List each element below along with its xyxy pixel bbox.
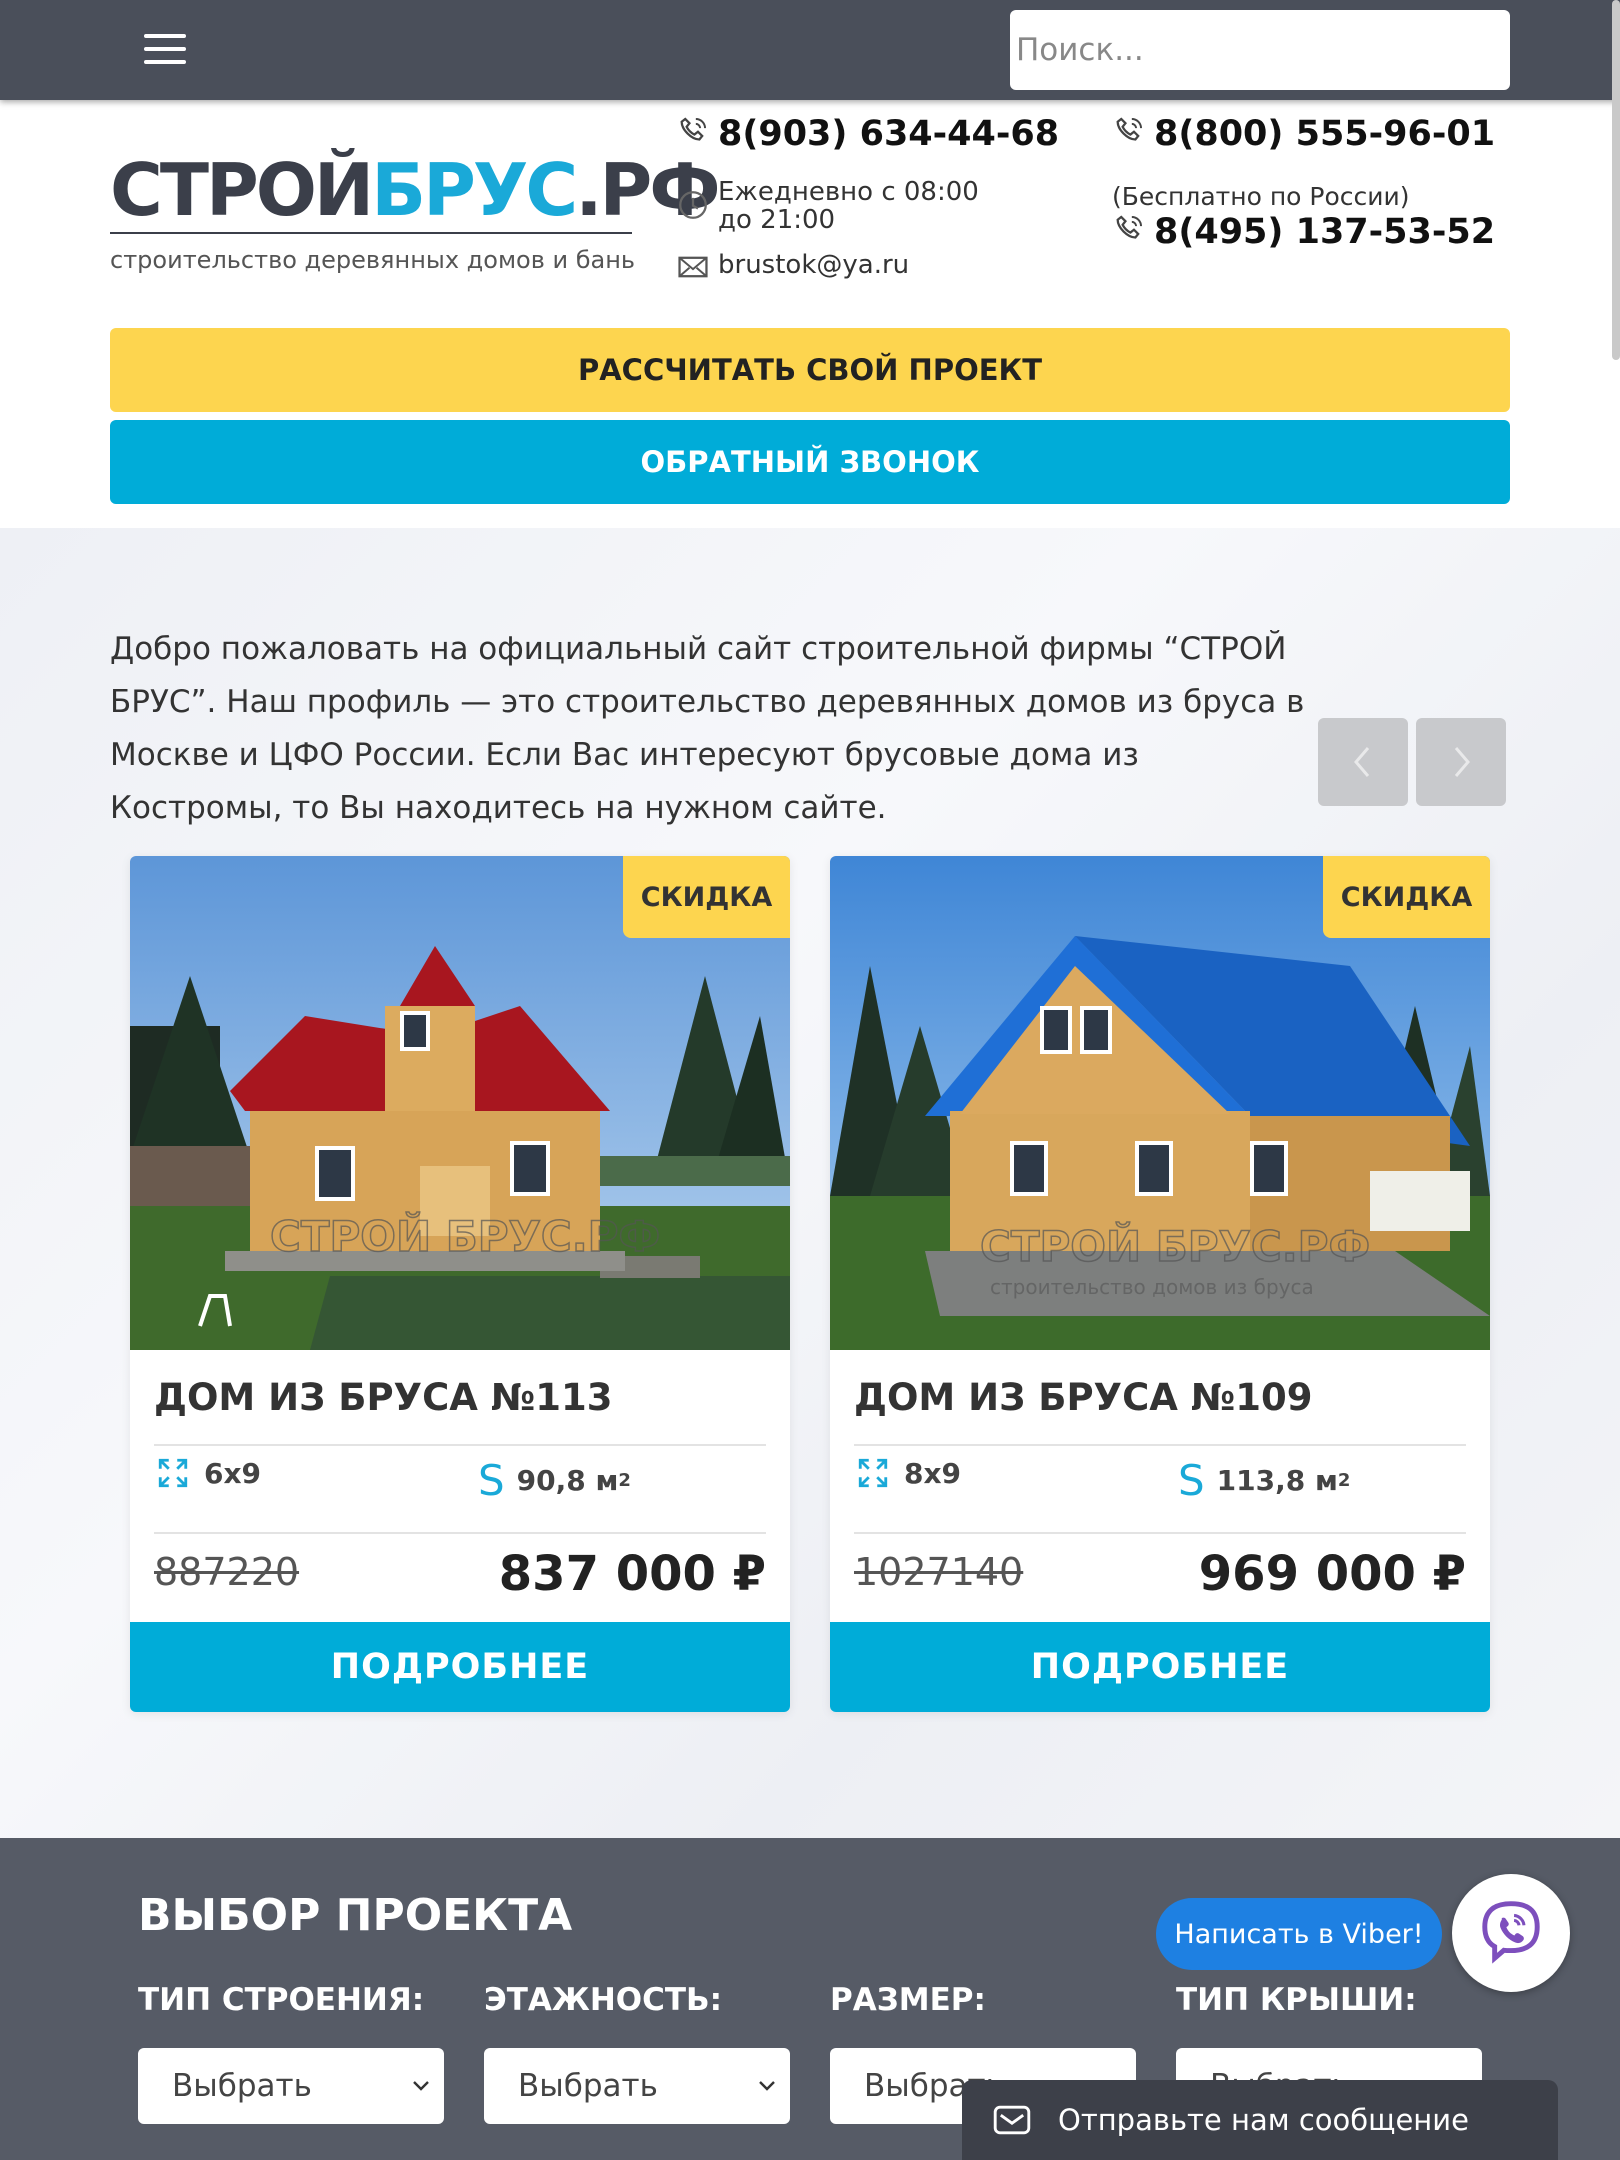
callback-button[interactable]: ОБРАТНЫЙ ЗВОНОК — [110, 420, 1510, 504]
divider — [854, 1532, 1466, 1534]
label-building-type: ТИП СТРОЕНИЯ: — [138, 1982, 425, 2018]
area-icon: S — [1178, 1456, 1205, 1505]
divider — [154, 1444, 766, 1446]
house-area: S 90,8 м2 — [478, 1456, 631, 1505]
carousel-prev-button[interactable] — [1318, 718, 1408, 806]
card-title[interactable]: ДОМ ИЗ БРУСА №113 — [154, 1376, 613, 1419]
hero-section: Добро пожаловать на официальный сайт стр… — [0, 528, 1620, 1838]
price: 969 000 ₽ — [1198, 1546, 1466, 1602]
menu-icon[interactable] — [144, 34, 186, 66]
carousel-next-button[interactable] — [1416, 718, 1506, 806]
chat-widget-bar[interactable]: Отправьте нам сообщение — [962, 2080, 1558, 2160]
discount-badge: СКИДКА — [1323, 856, 1490, 938]
floors-select[interactable]: Выбрать — [484, 2048, 790, 2124]
phone-icon — [1116, 117, 1143, 141]
details-button[interactable]: ПОДРОБНЕЕ — [130, 1622, 790, 1712]
old-price: 1027140 — [854, 1550, 1024, 1594]
svg-text:строительство домов из бруса: строительство домов из бруса — [990, 1275, 1314, 1299]
envelope-icon — [993, 2105, 1031, 2135]
calculate-project-button[interactable]: РАССЧИТАТЬ СВОЙ ПРОЕКТ — [110, 328, 1510, 412]
project-card[interactable]: СТРОЙ БРУС.РФ СКИДКА ДОМ ИЗ БРУСА №113 6… — [130, 856, 790, 1712]
logo[interactable]: СТРОЙБРУС.РФ строительство деревянных до… — [110, 148, 721, 274]
phone-primary[interactable]: 8(903) 634-44-68 — [676, 114, 1059, 154]
viber-tooltip[interactable]: Написать в Viber! — [1156, 1898, 1442, 1970]
phone-free-note: (Бесплатно по России) — [1112, 182, 1410, 211]
old-price: 887220 — [154, 1550, 300, 1594]
label-roof-type: ТИП КРЫШИ: — [1176, 1982, 1417, 2018]
building-type-select[interactable]: Выбрать — [138, 2048, 444, 2124]
viber-icon — [1482, 1901, 1540, 1964]
price: 837 000 ₽ — [498, 1546, 766, 1602]
search-input[interactable] — [1010, 10, 1510, 90]
card-title[interactable]: ДОМ ИЗ БРУСА №109 — [854, 1376, 1313, 1419]
phone-icon — [1116, 215, 1143, 239]
work-hours: Ежедневно с 08:00 до 21:00 — [676, 178, 1016, 234]
project-card[interactable]: СТРОЙ БРУС.РФ строительство домов из бру… — [830, 856, 1490, 1712]
house-size: 8х9 — [854, 1456, 961, 1490]
divider — [854, 1444, 1466, 1446]
svg-text:СТРОЙ БРУС.РФ: СТРОЙ БРУС.РФ — [980, 1221, 1370, 1271]
divider — [154, 1532, 766, 1534]
discount-badge: СКИДКА — [623, 856, 790, 938]
selector-title: ВЫБОР ПРОЕКТА — [138, 1890, 573, 1941]
house-area: S 113,8 м2 — [1178, 1456, 1351, 1505]
chevron-down-icon — [759, 2081, 775, 2091]
phone-moscow[interactable]: 8(495) 137-53-52 — [1112, 212, 1495, 252]
scrollbar[interactable] — [1612, 0, 1620, 360]
top-bar — [0, 0, 1620, 100]
email-link[interactable]: brustok@ya.ru — [676, 250, 909, 284]
phone-free[interactable]: 8(800) 555-96-01 — [1112, 114, 1495, 154]
clock-icon — [679, 191, 707, 219]
expand-icon — [158, 1458, 188, 1488]
label-floors: ЭТАЖНОСТЬ: — [484, 1982, 723, 2018]
chevron-left-icon — [1354, 747, 1370, 777]
house-size: 6х9 — [154, 1456, 261, 1490]
svg-text:СТРОЙ БРУС.РФ: СТРОЙ БРУС.РФ — [270, 1211, 660, 1261]
label-size: РАЗМЕР: — [830, 1982, 986, 2018]
area-icon: S — [478, 1456, 505, 1505]
details-button[interactable]: ПОДРОБНЕЕ — [830, 1622, 1490, 1712]
chevron-right-icon — [1454, 747, 1470, 777]
viber-button[interactable] — [1452, 1874, 1570, 1992]
expand-icon — [858, 1458, 888, 1488]
logo-wordmark: СТРОЙБРУС.РФ — [110, 148, 721, 234]
phone-icon — [680, 117, 707, 141]
chevron-down-icon — [413, 2081, 429, 2091]
logo-subtitle: строительство деревянных домов и бань — [110, 246, 636, 274]
intro-text: Добро пожаловать на официальный сайт стр… — [110, 631, 1305, 826]
envelope-icon — [678, 256, 708, 278]
